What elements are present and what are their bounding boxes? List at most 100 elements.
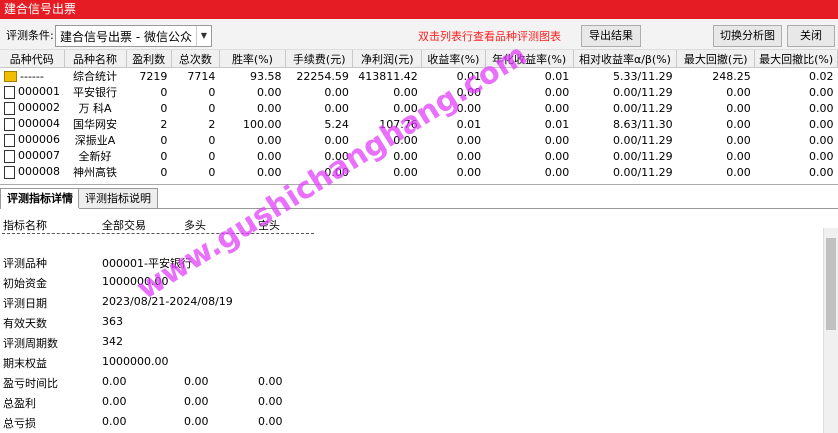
cell-ret: 0.01 [456, 69, 482, 83]
condition-value: 建合信号出票 - 微信公众 [60, 30, 192, 44]
table-row[interactable]: 000007 全新好 0 0 0.00 0.00 0.00 0.00 0.00 0.00/11.2… [0, 148, 838, 164]
cell-code: 000004 [0, 116, 64, 132]
code-text: 000008 [18, 165, 60, 179]
cell-ddr: 0.00 [809, 165, 834, 179]
column-header[interactable]: 相对收益率α/β(%) [573, 50, 678, 68]
table-row[interactable]: 000006 深振业A 0 0 0.00 0.00 0.00 0.00 0.00 0.00/11.… [0, 132, 838, 148]
cell-name: 全新好 [78, 150, 112, 163]
detail-value: 363 [102, 315, 123, 328]
table-row[interactable]: 000001 平安银行 0 0 0.00 0.00 0.00 0.00 0.00 0.00/11.… [0, 84, 838, 100]
toolbar: 评测条件: 建合信号出票 - 微信公众 ▼ 双击列表行查看品种评测图表 导出结果… [0, 19, 838, 50]
detail-value: 0.00 [184, 375, 209, 388]
cell-rate: 0.00 [257, 149, 282, 163]
cell-fee: 22254.59 [296, 69, 349, 83]
hint-text: 双击列表行查看品种评测图表 [418, 30, 561, 43]
detail-label: 总盈利 [3, 397, 36, 410]
chevron-down-icon[interactable]: ▼ [196, 26, 211, 46]
detail-header-short: 空头 [258, 219, 280, 232]
switch-chart-button[interactable]: 切换分析图 [713, 25, 782, 47]
cell-relative: 8.63/11.30 [612, 117, 673, 131]
table-row[interactable]: 000002 万 科A 0 0 0.00 0.00 0.00 0.00 0.00 0.00/11.… [0, 100, 838, 116]
detail-header-name: 指标名称 [3, 219, 47, 232]
cell-rate: 0.00 [257, 85, 282, 99]
divider [2, 233, 314, 234]
cell-code: 000006 [0, 132, 64, 148]
cell-win: 2 [160, 117, 168, 131]
close-button[interactable]: 关闭 [787, 25, 835, 47]
column-header[interactable]: 总次数 [171, 50, 220, 68]
tab-detail[interactable]: 评测指标详情 [0, 188, 80, 209]
cell-total: 0 [208, 133, 216, 147]
cell-annual: 0.01 [544, 69, 570, 83]
detail-value: 0.00 [258, 415, 283, 428]
cell-name: 神州高铁 [73, 166, 118, 179]
cell-win: 0 [160, 165, 168, 179]
detail-header-all: 全部交易 [102, 219, 146, 232]
cell-ddr: 0.00 [809, 149, 834, 163]
detail-value: 0.00 [258, 395, 283, 408]
cell-relative: 5.33/11.29 [612, 69, 673, 83]
cell-rate: 0.00 [257, 165, 282, 179]
detail-panel: 指标名称 全部交易 多头 空头 评测品种 000001-平安银行 初始资金 10000… [0, 209, 822, 433]
cell-name: 万 科A [78, 102, 112, 115]
detail-label: 初始资金 [3, 277, 47, 290]
cell-ret: 0.00 [456, 149, 482, 163]
cell-relative: 0.00/11.29 [612, 165, 673, 179]
cell-fee: 5.24 [324, 117, 349, 131]
tab-description[interactable]: 评测指标说明 [78, 188, 158, 208]
scrollbar-thumb[interactable] [826, 238, 836, 330]
code-text: 000004 [18, 117, 60, 131]
column-header[interactable]: 净利润(元) [352, 50, 423, 68]
column-header[interactable]: 品种代码 [0, 50, 65, 68]
cell-code: 000001 [0, 84, 64, 100]
table-header: 品种代码 品种名称 盈利数 总次数 胜率(%) 手续费(元) 净利润(元) 收益率(%) 年化收… [0, 50, 838, 68]
cell-total: 7714 [187, 69, 216, 83]
cell-fee: 0.00 [324, 101, 349, 115]
cell-dd: 0.00 [726, 133, 751, 147]
column-header[interactable]: 手续费(元) [285, 50, 354, 68]
detail-value: 0.00 [102, 375, 127, 388]
cell-dd: 0.00 [726, 101, 751, 115]
cell-rate: 100.00 [243, 117, 282, 131]
cell-profit: 107.76 [379, 117, 418, 131]
cell-profit: 413811.42 [358, 69, 418, 83]
document-icon [4, 133, 15, 147]
detail-label: 评测日期 [3, 297, 47, 310]
detail-value: 1000000.00 [102, 355, 169, 368]
cell-name: 国华网安 [73, 118, 118, 131]
column-header[interactable]: 胜率(%) [219, 50, 287, 68]
column-header[interactable]: 盈利数 [126, 50, 172, 68]
cell-ret: 0.00 [456, 133, 482, 147]
detail-label: 总亏损 [3, 417, 36, 430]
condition-select[interactable]: 建合信号出票 - 微信公众 ▼ [55, 25, 212, 47]
code-text: 000006 [18, 133, 60, 147]
cell-fee: 0.00 [324, 149, 349, 163]
cell-win: 0 [160, 101, 168, 115]
cell-annual: 0.01 [544, 117, 570, 131]
results-table: 品种代码 品种名称 盈利数 总次数 胜率(%) 手续费(元) 净利润(元) 收益率(%) 年化收… [0, 50, 838, 185]
column-header[interactable]: 最大回撤比(%) [754, 50, 838, 68]
cell-dd: 248.25 [712, 69, 751, 83]
cell-annual: 0.00 [544, 101, 570, 115]
cell-code: 000002 [0, 100, 64, 116]
cell-profit: 0.00 [393, 133, 418, 147]
cell-total: 0 [208, 101, 216, 115]
column-header[interactable]: 收益率(%) [421, 50, 486, 68]
table-row[interactable]: 000008 神州高铁 0 0 0.00 0.00 0.00 0.00 0.00 0.00/11.… [0, 164, 838, 180]
detail-tabs: 评测指标详情 评测指标说明 [0, 188, 838, 209]
cell-relative: 0.00/11.29 [612, 85, 673, 99]
cell-code: 000007 [0, 148, 64, 164]
cell-profit: 0.00 [393, 85, 418, 99]
export-button[interactable]: 导出结果 [581, 25, 641, 47]
cell-ret: 0.00 [456, 101, 482, 115]
column-header[interactable]: 品种名称 [64, 50, 127, 68]
cell-relative: 0.00/11.29 [612, 149, 673, 163]
column-header[interactable]: 年化收益率(%) [485, 50, 574, 68]
cell-name: 深振业A [74, 134, 116, 147]
cell-annual: 0.00 [544, 85, 570, 99]
document-icon [4, 165, 15, 179]
table-row[interactable]: ------ 综合统计 7219 7714 93.58 22254.59 413811.42… [0, 68, 838, 85]
table-row[interactable]: 000004 国华网安 2 2 100.00 5.24 107.76 0.01 0.01 8.63… [0, 116, 838, 132]
window-title: 建合信号出票 [4, 2, 77, 16]
column-header[interactable]: 最大回撤(元) [676, 50, 756, 68]
